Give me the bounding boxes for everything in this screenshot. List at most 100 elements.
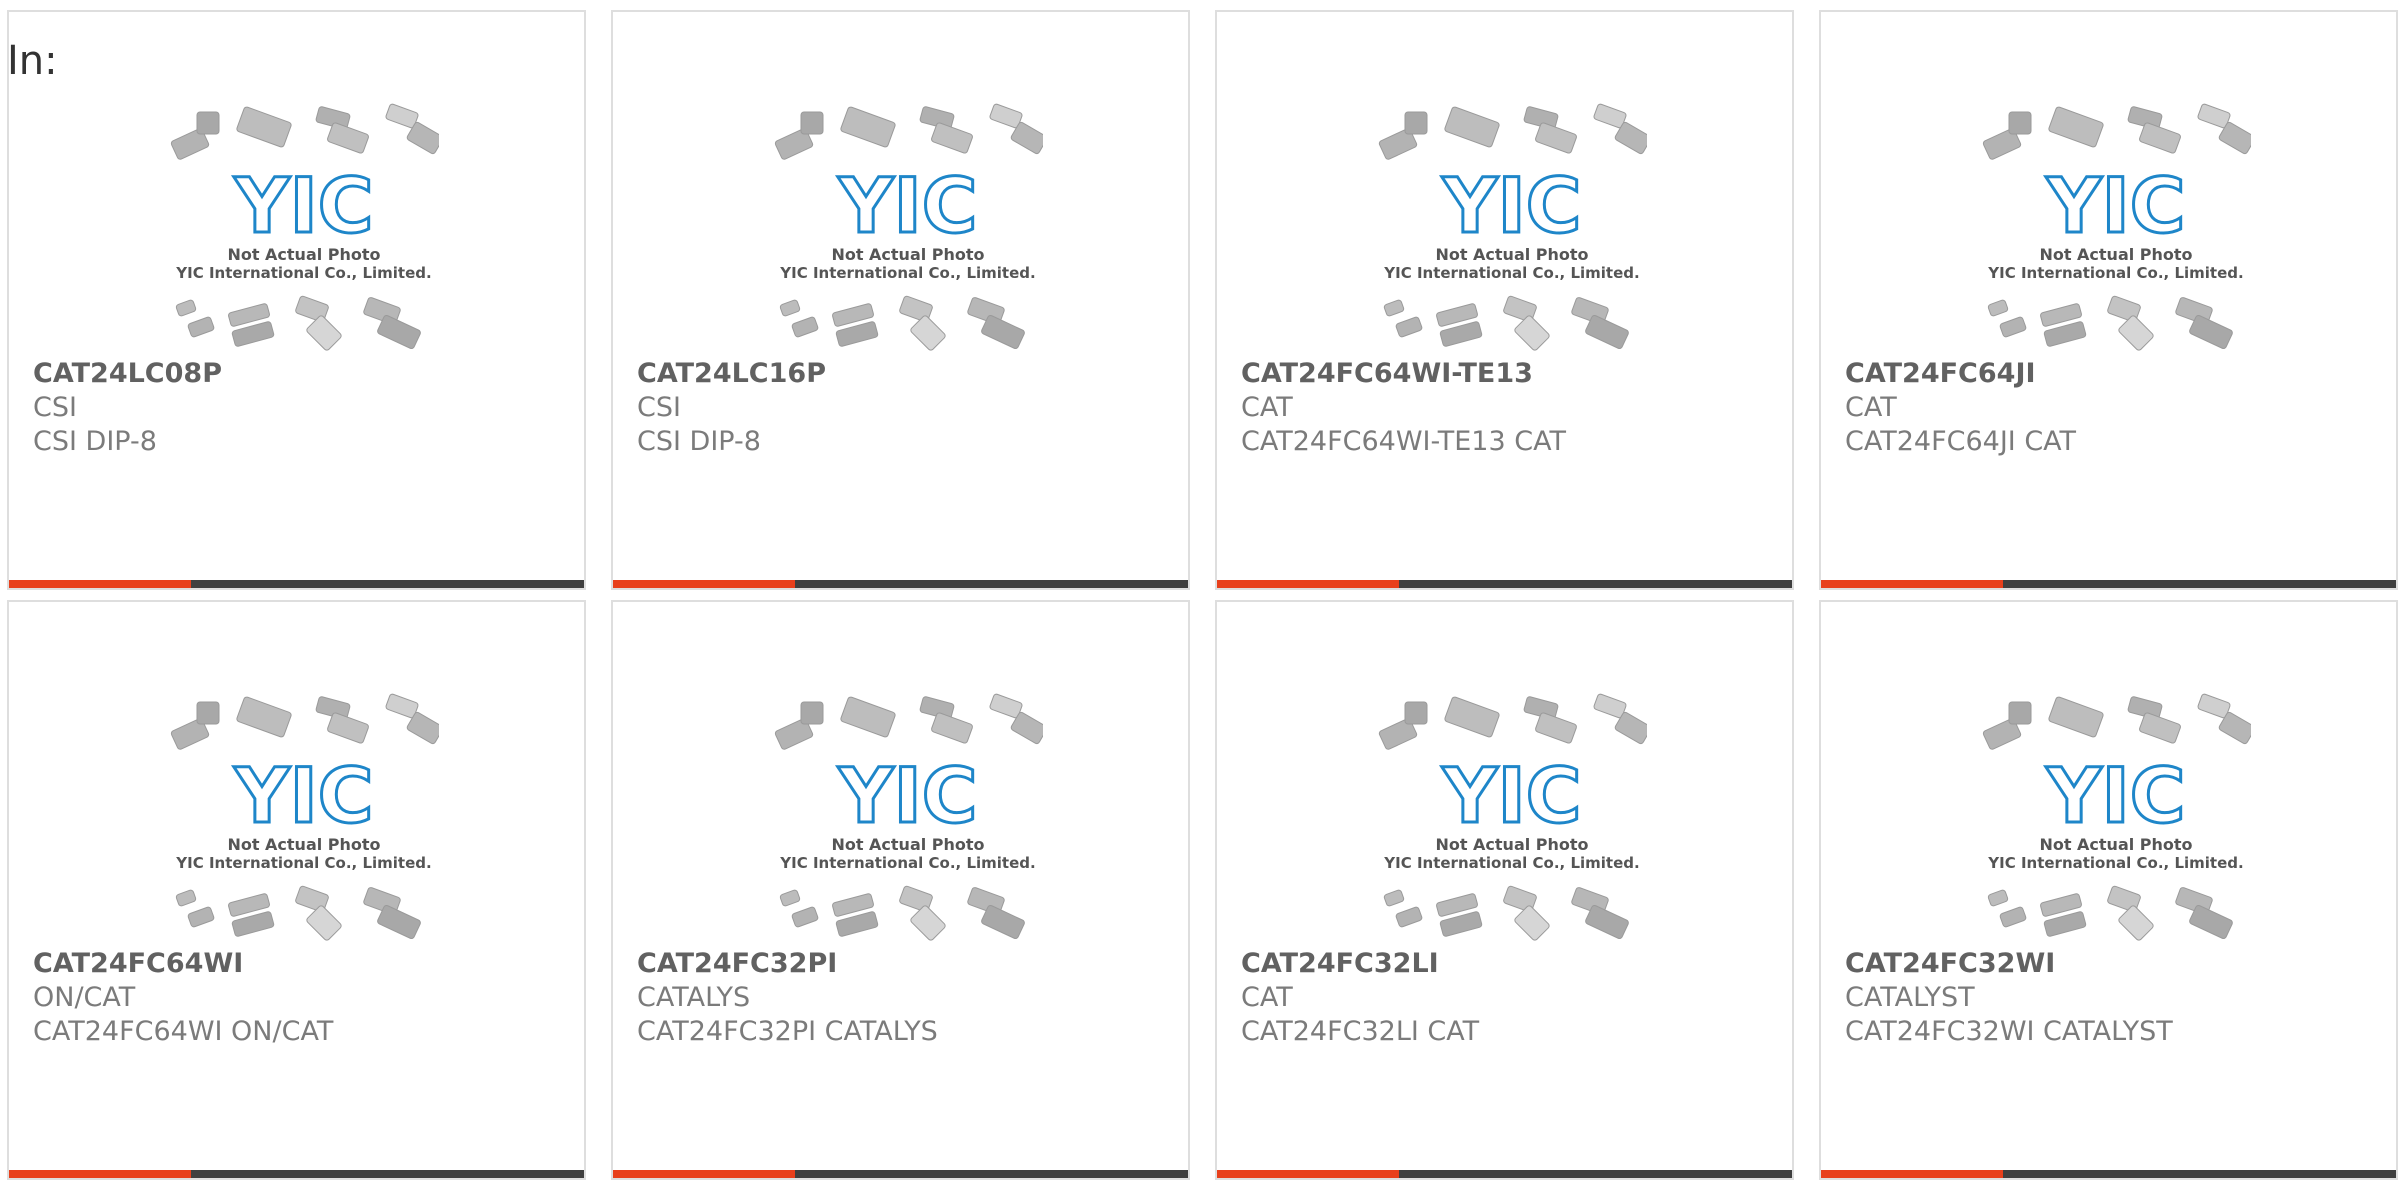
manufacturer: CATALYS (637, 982, 751, 1013)
part-number[interactable]: CAT24FC32PI (637, 947, 1178, 981)
manufacturer: CAT (1241, 982, 1293, 1013)
yic-logo: YIC (1441, 751, 1581, 840)
product-info: CAT24LC08P CSI CSI DIP-8 (33, 357, 574, 459)
not-actual-photo-image: YICNot Actual PhotoYIC International Co.… (774, 693, 1043, 941)
not-actual-photo-image: YICNot Actual PhotoYIC International Co.… (1982, 103, 2251, 351)
product-card[interactable]: YIC Not Actual Photo YIC International Co.… (611, 10, 1190, 590)
product-card[interactable]: YIC Not Actual Photo YIC International Co.… (7, 10, 586, 590)
chip-icon (1514, 905, 1550, 941)
product-info: CAT24FC64WI-TE13 CAT CAT24FC64WI-TE13 CA… (1241, 357, 1782, 459)
part-number[interactable]: CAT24FC32WI (1845, 947, 2386, 981)
card-footer-bar (613, 580, 1188, 588)
chip-icon (377, 904, 421, 940)
not-actual-photo-image: YICNot Actual PhotoYIC International Co.… (1378, 103, 1647, 351)
part-number[interactable]: CAT24FC32LI (1241, 947, 1782, 981)
card-accent-bar (1217, 580, 1399, 588)
chip-icon (187, 316, 215, 338)
product-image-placeholder: YIC Not Actual Photo YIC International Co.… (1377, 102, 1647, 352)
card-accent-bar (9, 1170, 191, 1178)
part-number[interactable]: CAT24LC08P (33, 357, 574, 391)
card-footer-bar (1821, 580, 2396, 588)
chip-icon (2118, 905, 2154, 941)
chip-icon (1395, 316, 1423, 338)
chip-group-top (774, 693, 1043, 750)
chip-icon (175, 299, 197, 317)
caption-not-actual-photo: Not Actual Photo (1435, 835, 1588, 854)
chip-group-bottom (1383, 885, 1629, 941)
chip-icon (1999, 906, 2027, 928)
chip-icon (1444, 696, 1500, 738)
chip-group-bottom (779, 885, 1025, 941)
product-image-placeholder: YIC Not Actual Photo YIC International Co.… (773, 102, 1043, 352)
not-actual-photo-image: YICNot Actual PhotoYIC International Co.… (1982, 693, 2251, 941)
caption-not-actual-photo: Not Actual Photo (227, 835, 380, 854)
chip-icon (1514, 315, 1550, 351)
chip-icon (187, 906, 215, 928)
manufacturer: CATALYST (1845, 982, 1975, 1013)
product-description: CAT24FC64WI-TE13 CAT (1241, 426, 1566, 457)
chip-group-top (1378, 693, 1647, 750)
yic-logo: YIC (1441, 161, 1581, 250)
chip-icon (175, 889, 197, 907)
part-number[interactable]: CAT24FC64WI (33, 947, 574, 981)
product-description: CAT24FC64WI ON/CAT (33, 1016, 334, 1047)
chip-icon (910, 315, 946, 351)
product-card[interactable]: YIC Not Actual Photo YIC International Co.… (1819, 600, 2398, 1180)
chip-group-top (170, 103, 439, 160)
chip-group-bottom (1987, 885, 2233, 941)
card-accent-bar (613, 580, 795, 588)
card-accent-bar (613, 1170, 795, 1178)
product-image-placeholder: YIC Not Actual Photo YIC International Co.… (1377, 692, 1647, 942)
card-footer-bar (9, 1170, 584, 1178)
manufacturer: CAT (1241, 392, 1293, 423)
chip-group-bottom (1987, 295, 2233, 351)
yic-logo: YIC (837, 751, 977, 840)
chip-icon (1535, 712, 1577, 744)
chip-icon (2189, 314, 2233, 350)
product-description: CSI DIP-8 (637, 426, 761, 457)
part-number[interactable]: CAT24LC16P (637, 357, 1178, 391)
product-card[interactable]: YIC Not Actual Photo YIC International Co.… (611, 600, 1190, 1180)
caption-not-actual-photo: Not Actual Photo (831, 835, 984, 854)
chip-icon (981, 904, 1025, 940)
card-footer-bar (9, 580, 584, 588)
product-card[interactable]: YIC Not Actual Photo YIC International Co.… (7, 600, 586, 1180)
chip-icon (1987, 299, 2009, 317)
chip-group-top (170, 693, 439, 750)
chip-icon (779, 889, 801, 907)
in-label: In: (7, 38, 58, 84)
chip-group-bottom (175, 295, 421, 351)
product-card[interactable]: YIC Not Actual Photo YIC International Co.… (1215, 10, 1794, 590)
chip-group-bottom (779, 295, 1025, 351)
product-card[interactable]: YIC Not Actual Photo YIC International Co.… (1215, 600, 1794, 1180)
part-number[interactable]: CAT24FC64JI (1845, 357, 2386, 391)
chip-icon (840, 696, 896, 738)
yic-logo: YIC (233, 161, 373, 250)
card-accent-bar (1821, 1170, 2003, 1178)
product-description: CAT24FC32LI CAT (1241, 1016, 1480, 1047)
card-footer-bar (613, 1170, 1188, 1178)
not-actual-photo-image: YICNot Actual PhotoYIC International Co.… (1378, 693, 1647, 941)
product-info: CAT24FC32WI CATALYST CAT24FC32WI CATALYS… (1845, 947, 2386, 1049)
manufacturer: CAT (1845, 392, 1897, 423)
chip-group-bottom (175, 885, 421, 941)
chip-group-top (774, 103, 1043, 160)
chip-icon (931, 712, 973, 744)
chip-icon (2008, 701, 2032, 725)
manufacturer: CSI (637, 392, 681, 423)
product-info: CAT24FC32LI CAT CAT24FC32LI CAT (1241, 947, 1782, 1049)
chip-icon (1404, 701, 1428, 725)
product-info: CAT24FC64WI ON/CAT CAT24FC64WI ON/CAT (33, 947, 574, 1049)
caption-company-name: YIC International Co., Limited. (779, 854, 1035, 872)
chip-icon (236, 696, 292, 738)
caption-not-actual-photo: Not Actual Photo (1435, 245, 1588, 264)
product-description: CAT24FC32WI CATALYST (1845, 1016, 2173, 1047)
product-image-placeholder: YIC Not Actual Photo YIC International Co.… (169, 692, 439, 942)
product-description: CSI DIP-8 (33, 426, 157, 457)
caption-company-name: YIC International Co., Limited. (1383, 264, 1639, 282)
chip-icon (377, 314, 421, 350)
product-card[interactable]: YIC Not Actual Photo YIC International Co.… (1819, 10, 2398, 590)
part-number[interactable]: CAT24FC64WI-TE13 (1241, 357, 1782, 391)
caption-not-actual-photo: Not Actual Photo (2039, 835, 2192, 854)
manufacturer: ON/CAT (33, 982, 136, 1013)
